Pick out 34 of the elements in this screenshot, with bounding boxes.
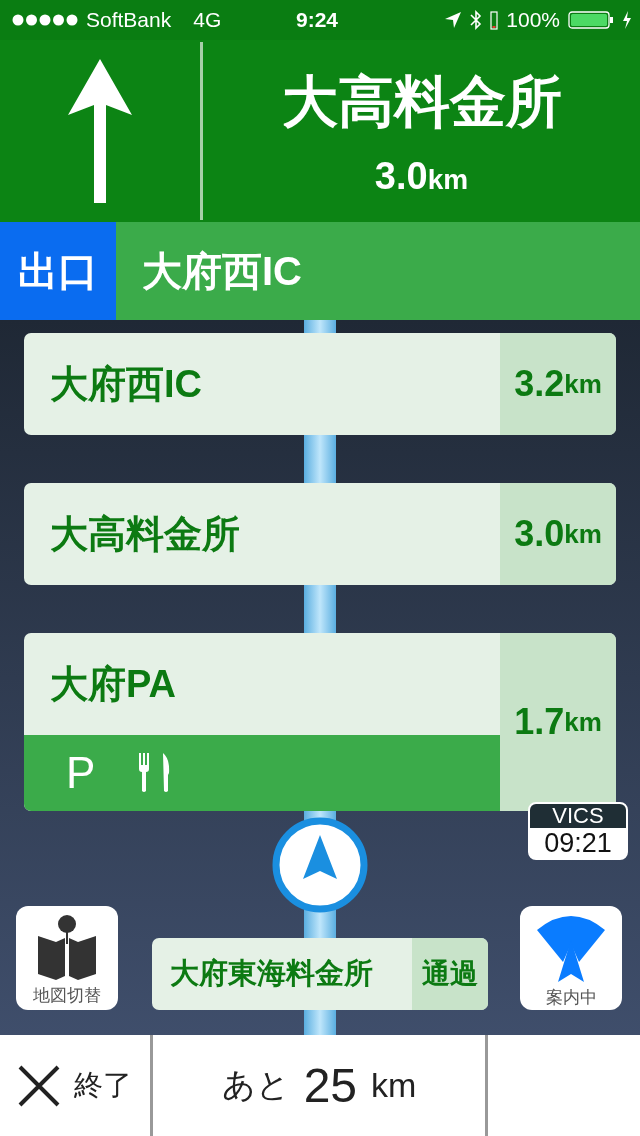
vics-time: 09:21 — [543, 828, 613, 858]
location-icon — [444, 11, 463, 29]
charging-icon — [622, 11, 632, 29]
place-name: 大府西IC — [49, 361, 203, 407]
carrier-text: SoftBank — [86, 8, 172, 32]
network-text: 4G — [193, 8, 222, 32]
destination-name: 大高料金所 — [281, 68, 562, 135]
route-card[interactable]: 大高料金所 3.0km — [24, 483, 616, 585]
map-switch-button[interactable]: 地図切替 — [16, 906, 118, 1010]
parking-label: P — [66, 748, 96, 798]
place-name: 大府東海料金所 — [169, 956, 374, 991]
distance-text: 3.0km — [374, 154, 469, 198]
battery-percent: 100% — [506, 8, 560, 32]
distance-text: 3.2km — [500, 333, 616, 435]
exit-badge: 出口 — [0, 222, 116, 320]
distance-unit: km — [371, 1066, 417, 1105]
guidance-button[interactable]: 案内中 — [520, 906, 622, 1010]
remaining-label: あと — [221, 1065, 290, 1105]
passed-status: 通過 — [412, 938, 488, 1010]
route-card[interactable]: 大府西IC 3.2km — [24, 333, 616, 435]
fork-knife-icon — [137, 753, 172, 793]
remaining-distance: 25 — [303, 1058, 358, 1113]
battery-icon — [568, 10, 614, 30]
map-pin-icon — [38, 913, 96, 980]
distance-text: 3.0km — [500, 483, 616, 585]
current-position-icon — [272, 817, 368, 913]
exit-name: 大府西IC — [141, 247, 302, 295]
close-icon — [18, 1064, 60, 1107]
device-battery-icon — [490, 10, 499, 30]
place-name: 大高料金所 — [49, 511, 241, 557]
clock-text: 9:24 — [296, 8, 339, 32]
place-name: 大府PA — [49, 661, 177, 707]
bluetooth-icon — [470, 10, 483, 30]
signal-icon — [12, 14, 78, 26]
